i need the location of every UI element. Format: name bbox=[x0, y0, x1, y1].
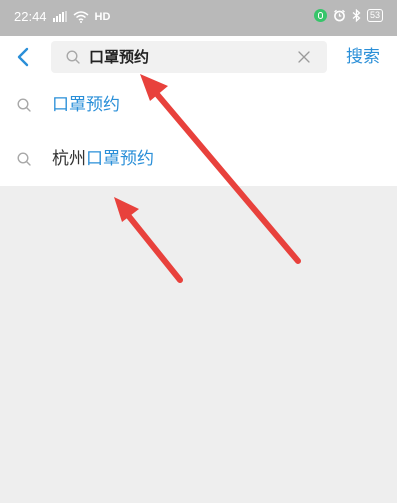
signal-icon bbox=[52, 11, 67, 22]
suggestion-item[interactable]: 口罩预约 bbox=[0, 78, 397, 132]
suggestion-list: 口罩预约 杭州口罩预约 bbox=[0, 78, 397, 186]
search-icon bbox=[17, 152, 31, 166]
chevron-left-icon[interactable] bbox=[16, 47, 30, 67]
suggestion-match: 口罩预约 bbox=[52, 95, 120, 115]
suggestion-label: 杭州口罩预约 bbox=[52, 132, 154, 186]
screen: 22:44 HD 53 口罩预约 搜索 口罩预约 杭州口罩预约 bbox=[0, 0, 397, 503]
search-input[interactable]: 口罩预约 bbox=[89, 41, 149, 73]
status-bar: 22:44 HD 53 bbox=[0, 0, 397, 36]
wifi-icon bbox=[73, 10, 89, 23]
search-icon bbox=[66, 50, 80, 64]
suggestion-item[interactable]: 杭州口罩预约 bbox=[0, 132, 397, 186]
back-button[interactable] bbox=[10, 43, 36, 71]
alarm-icon bbox=[334, 9, 345, 22]
suggestion-match: 口罩预约 bbox=[86, 149, 154, 169]
arrow-to-suggestion bbox=[114, 197, 183, 283]
search-header: 口罩预约 搜索 bbox=[0, 36, 397, 78]
battery-icon: 53 bbox=[366, 9, 383, 22]
status-left: 22:44 HD bbox=[14, 9, 110, 24]
bluetooth-icon bbox=[352, 9, 361, 22]
search-button[interactable]: 搜索 bbox=[346, 36, 380, 78]
vpn-icon bbox=[313, 9, 327, 22]
search-field[interactable]: 口罩预约 bbox=[51, 41, 327, 73]
status-time: 22:44 bbox=[14, 9, 47, 24]
network-type: HD bbox=[94, 10, 111, 23]
status-right: 53 bbox=[313, 9, 383, 22]
search-icon bbox=[17, 98, 31, 112]
suggestion-label: 口罩预约 bbox=[52, 78, 120, 132]
close-icon[interactable] bbox=[297, 50, 311, 64]
suggestion-prefix: 杭州 bbox=[52, 149, 86, 169]
